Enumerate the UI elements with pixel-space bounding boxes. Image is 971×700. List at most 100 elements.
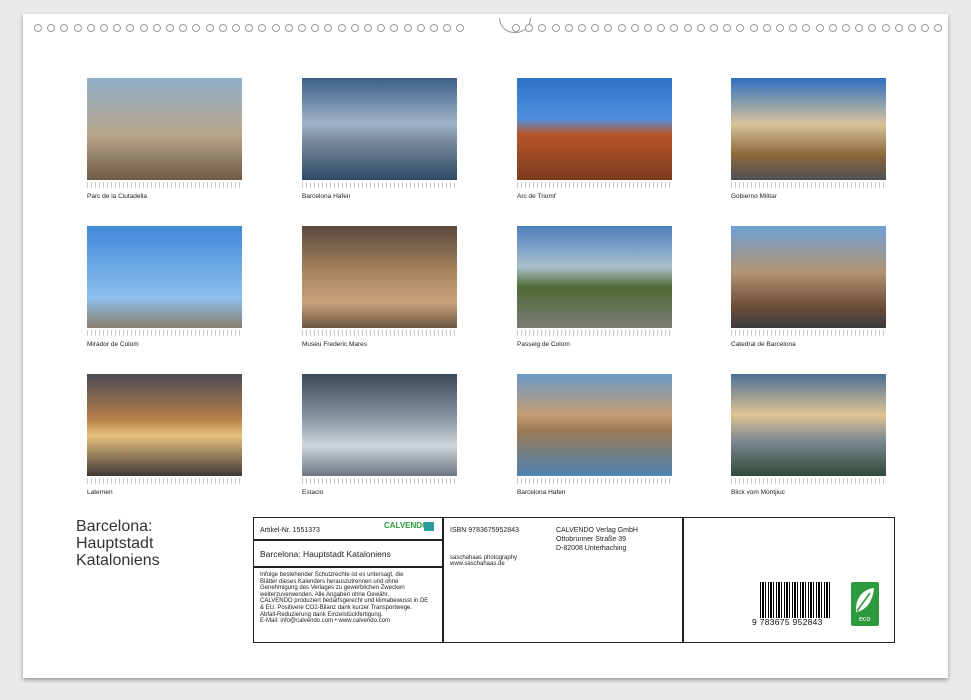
mini-calendar-grid: [302, 478, 457, 484]
binding-hole: [868, 24, 877, 32]
website: www.saschahaas.de: [450, 561, 505, 567]
binding-hole: [126, 24, 135, 32]
month-tile: Mirador de Colom: [87, 226, 242, 348]
binding-hole: [390, 24, 399, 32]
binding-hole: [512, 24, 520, 32]
month-tile: Barcelona Hafen: [302, 78, 457, 200]
binding-hole: [364, 24, 372, 32]
binding-hole: [815, 24, 824, 32]
barcode-number: 9 783675 952843: [752, 617, 823, 627]
binding-hole: [179, 24, 188, 32]
binding-hole: [578, 24, 586, 32]
binding-hole: [86, 24, 95, 32]
publisher-line: D-82008 Unterhaching: [556, 545, 627, 552]
divider: [682, 518, 684, 642]
binding-hole: [710, 24, 718, 32]
binding-hole: [934, 24, 943, 32]
binding-hole: [34, 24, 42, 32]
month-photo: [731, 78, 886, 180]
binding-hole: [298, 24, 306, 32]
eco-leaf-icon: eco: [851, 582, 879, 626]
month-tile: Arc de Triomf: [517, 78, 672, 200]
binding-hole: [430, 24, 438, 32]
photo-caption: Blick vom Montjiuc: [731, 489, 785, 496]
binding-hole: [525, 24, 534, 32]
mini-calendar-grid: [731, 182, 886, 188]
mini-calendar-grid: [517, 182, 672, 188]
spiral-binding: [30, 18, 943, 34]
mini-calendar-grid: [87, 330, 242, 336]
month-photo: [87, 78, 242, 180]
binding-hole: [258, 24, 267, 32]
binding-hole: [284, 24, 293, 32]
month-photo: [517, 78, 672, 180]
binding-hole: [683, 24, 692, 32]
binding-hole: [762, 24, 771, 32]
photo-caption: Parc de la Ciutadella: [87, 193, 147, 200]
legal-line: CALVENDO produziert bedarfsgerecht und k…: [260, 598, 429, 605]
divider: [254, 539, 442, 541]
isbn: ISBN 9783675952843: [450, 527, 519, 534]
binding-hole: [100, 24, 108, 32]
month-photo: [517, 374, 672, 476]
binding-hole: [828, 24, 837, 32]
binding-hole: [456, 24, 465, 32]
binding-hole: [245, 24, 254, 32]
photo-caption: Laternen: [87, 489, 113, 496]
binding-hole: [564, 24, 573, 32]
binding-hole: [139, 24, 148, 32]
binding-hole: [324, 24, 333, 32]
divider: [442, 518, 444, 642]
legal-line: Infolge bestehender Schutzrechte ist es …: [260, 572, 404, 578]
binding-hole: [337, 24, 346, 32]
binding-hole: [630, 24, 639, 32]
month-tile: Catedral de Barcelona: [731, 226, 886, 348]
month-photo: [87, 226, 242, 328]
binding-hole: [696, 24, 705, 32]
binding-hole: [551, 24, 560, 32]
imprint-title: Barcelona: Hauptstadt Kataloniens: [260, 549, 391, 559]
month-tile: Parc de la Ciutadella: [87, 78, 242, 200]
mini-calendar-grid: [302, 182, 457, 188]
publisher-line: CALVENDO Verlag GmbH: [556, 527, 638, 534]
binding-hole: [644, 24, 652, 32]
binding-hole: [881, 24, 890, 32]
binding-hole: [443, 24, 452, 32]
binding-hole: [166, 24, 174, 32]
binding-hole: [47, 24, 56, 32]
month-tile: Barcelona Hafen: [517, 374, 672, 496]
legal-line: Blätter dieses Kalenders herauszutrennen…: [260, 578, 399, 585]
legal-line: & EU. Positivere CO2-Bilanz dank kurzer …: [260, 604, 413, 611]
barcode: [760, 582, 830, 618]
eco-label: eco: [859, 616, 871, 623]
photo-caption: Estacio: [302, 489, 324, 496]
binding-hole: [192, 24, 201, 32]
photo-caption: Mirador de Colom: [87, 341, 139, 348]
photo-caption: Catedral de Barcelona: [731, 341, 796, 348]
month-tile: Estacio: [302, 374, 457, 496]
title-line: Hauptstadt: [76, 535, 154, 552]
title-line: Barcelona:: [76, 518, 153, 535]
month-photo: [731, 374, 886, 476]
divider: [254, 566, 442, 568]
month-photo: [302, 226, 457, 328]
binding-hole: [113, 24, 122, 32]
calvendo-logo-mark: [424, 522, 434, 531]
binding-hole: [908, 24, 916, 32]
binding-hole: [538, 24, 547, 32]
mini-calendar-grid: [731, 478, 886, 484]
binding-hole: [617, 24, 626, 32]
binding-hole: [73, 24, 82, 32]
title-line: Kataloniens: [76, 552, 160, 569]
month-tile: Passeig de Colom: [517, 226, 672, 348]
month-tile: Museu Frederic Mares: [302, 226, 457, 348]
mini-calendar-grid: [517, 478, 672, 484]
legal-line: Genehmigung des Verlages zu gewerblichen…: [260, 585, 405, 592]
mini-calendar-grid: [87, 478, 242, 484]
month-tile: Gobierno Militar: [731, 78, 886, 200]
binding-hole: [350, 24, 359, 32]
binding-hole: [802, 24, 811, 32]
legal-line: weiterzuverwenden. Alle Angaben ohne Gew…: [260, 591, 390, 598]
binding-hole: [604, 24, 613, 32]
photo-caption: Barcelona Hafen: [517, 489, 566, 496]
